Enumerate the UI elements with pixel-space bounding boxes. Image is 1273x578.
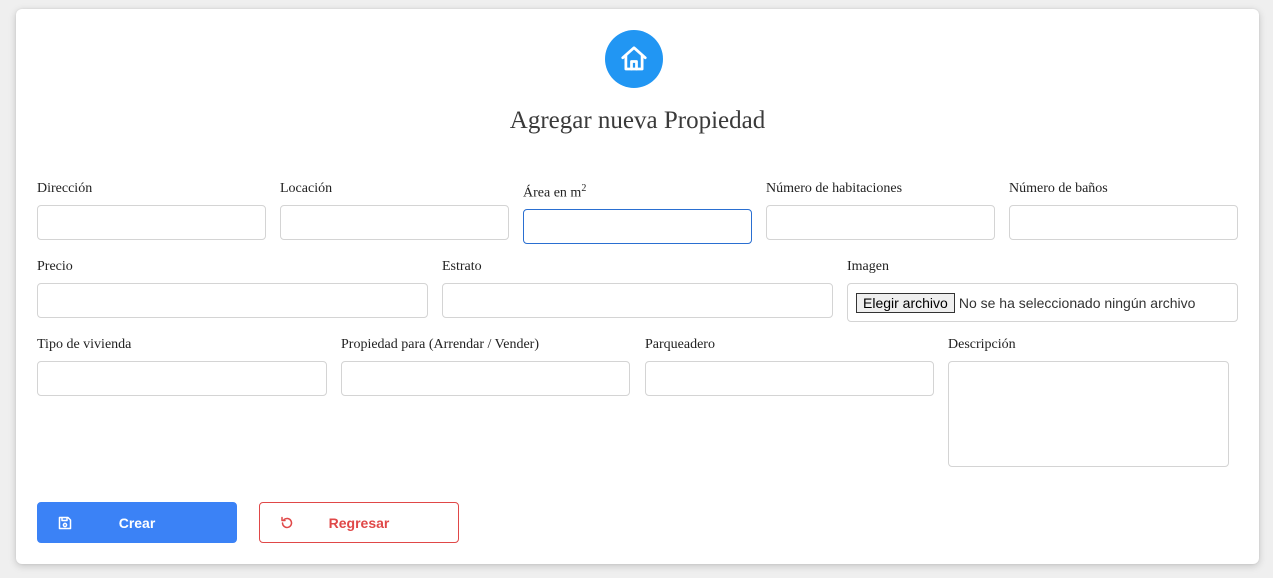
area-label-text: Área en m bbox=[523, 185, 582, 201]
habitaciones-input[interactable] bbox=[766, 205, 995, 240]
descripcion-label: Descripción bbox=[948, 337, 1016, 352]
precio-input[interactable] bbox=[37, 283, 428, 318]
file-status-text: No se ha seleccionado ningún archivo bbox=[958, 294, 1196, 311]
precio-label: Precio bbox=[37, 259, 73, 274]
page-title: Agregar nueva Propiedad bbox=[509, 107, 766, 134]
parqueadero-label: Parqueadero bbox=[645, 337, 715, 352]
tipo-vivienda-input[interactable] bbox=[37, 361, 327, 396]
propiedad-para-label: Propiedad para (Arrendar / Vender) bbox=[341, 337, 539, 352]
area-input[interactable] bbox=[523, 209, 752, 244]
choose-file-button[interactable]: Elegir archivo bbox=[856, 292, 955, 313]
direccion-input[interactable] bbox=[37, 205, 266, 240]
home-icon bbox=[605, 30, 663, 88]
estrato-input[interactable] bbox=[442, 283, 833, 318]
undo-icon bbox=[281, 516, 293, 529]
banos-label: Número de baños bbox=[1009, 181, 1108, 196]
save-icon bbox=[58, 516, 72, 530]
area-label: Área en m2 bbox=[523, 183, 586, 202]
parqueadero-input[interactable] bbox=[645, 361, 934, 396]
estrato-label: Estrato bbox=[442, 259, 482, 274]
habitaciones-label: Número de habitaciones bbox=[766, 181, 903, 196]
add-property-card: Agregar nueva Propiedad Dirección Locaci… bbox=[16, 9, 1259, 564]
propiedad-para-input[interactable] bbox=[341, 361, 630, 396]
locacion-label: Locación bbox=[280, 181, 333, 196]
area-label-sup: 2 bbox=[581, 183, 587, 194]
tipo-vivienda-label: Tipo de vivienda bbox=[37, 337, 132, 352]
banos-input[interactable] bbox=[1009, 205, 1238, 240]
imagen-file-input[interactable]: Elegir archivo No se ha seleccionado nin… bbox=[847, 283, 1238, 322]
locacion-input[interactable] bbox=[280, 205, 509, 240]
regresar-button[interactable]: Regresar bbox=[259, 502, 459, 543]
crear-button[interactable]: Crear bbox=[37, 502, 237, 543]
descripcion-textarea[interactable] bbox=[948, 361, 1229, 467]
direccion-label: Dirección bbox=[37, 181, 93, 196]
imagen-label: Imagen bbox=[847, 259, 889, 274]
